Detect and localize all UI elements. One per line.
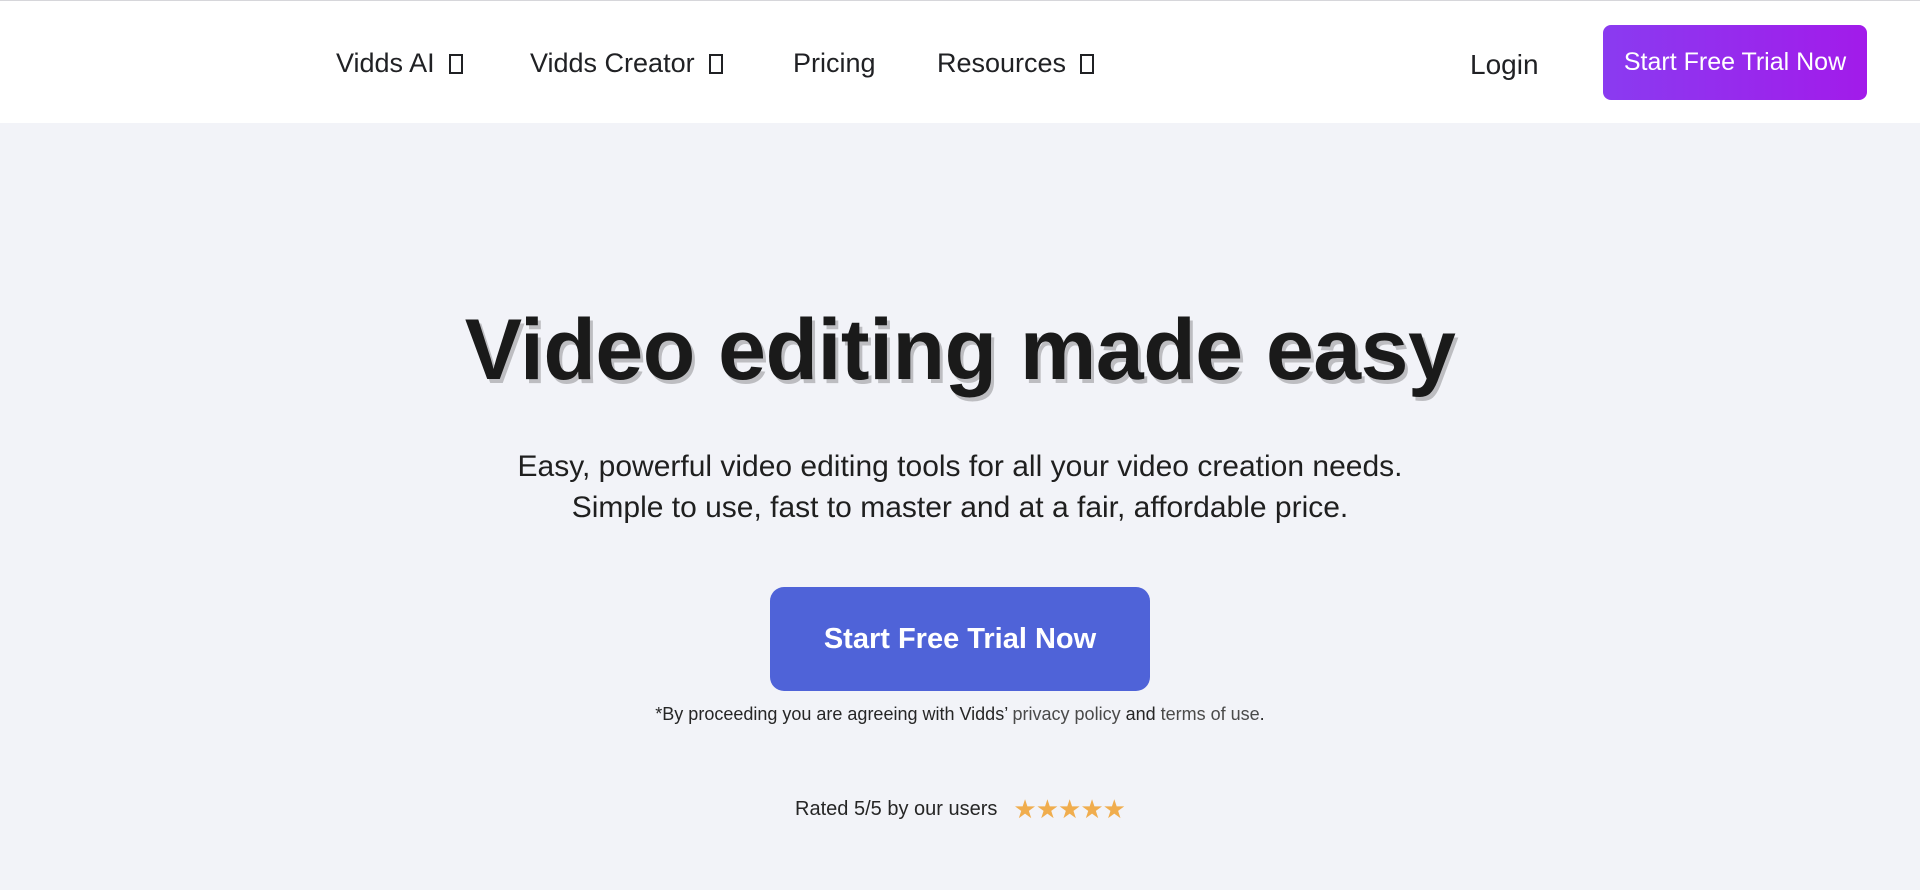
hero-start-trial-button[interactable]: Start Free Trial Now xyxy=(770,587,1150,691)
dropdown-icon xyxy=(708,54,723,74)
nav-item-vidds-creator[interactable]: Vidds Creator xyxy=(530,47,723,79)
hero-subtitle: Easy, powerful video editing tools for a… xyxy=(0,446,1920,528)
nav-item-label: Resources xyxy=(937,48,1067,78)
dropdown-icon xyxy=(1080,54,1095,74)
hero-title: Video editing made easy xyxy=(464,302,1456,398)
user-rating: Rated 5/5 by our users ★★★★★ xyxy=(0,796,1920,822)
nav-item-vidds-ai[interactable]: Vidds AI xyxy=(336,47,463,79)
nav-item-label: Vidds AI xyxy=(336,48,435,78)
hero-subtitle-line-1: Easy, powerful video editing tools for a… xyxy=(517,450,1403,483)
disclaimer-prefix: *By proceeding you are agreeing with Vid… xyxy=(655,704,1013,724)
site-header: Vidds AI Vidds Creator Pricing Resources… xyxy=(0,1,1920,123)
nav-item-label: Pricing xyxy=(793,48,876,78)
disclaimer-suffix: . xyxy=(1259,704,1265,724)
login-link[interactable]: Login xyxy=(1470,49,1539,81)
terms-of-use-link[interactable]: terms of use xyxy=(1161,704,1260,724)
dropdown-icon xyxy=(448,54,463,74)
nav-item-pricing[interactable]: Pricing xyxy=(793,47,876,79)
nav-item-resources[interactable]: Resources xyxy=(937,47,1095,79)
privacy-policy-link[interactable]: privacy policy xyxy=(1013,704,1121,724)
hero-subtitle-line-2: Simple to use, fast to master and at a f… xyxy=(571,491,1349,524)
nav-item-label: Vidds Creator xyxy=(530,48,695,78)
rating-text: Rated 5/5 by our users xyxy=(795,797,998,820)
consent-disclaimer: *By proceeding you are agreeing with Vid… xyxy=(0,702,1920,726)
header-start-trial-button[interactable]: Start Free Trial Now xyxy=(1603,25,1867,100)
star-rating-icon: ★★★★★ xyxy=(1013,794,1126,824)
disclaimer-middle: and xyxy=(1120,704,1161,724)
